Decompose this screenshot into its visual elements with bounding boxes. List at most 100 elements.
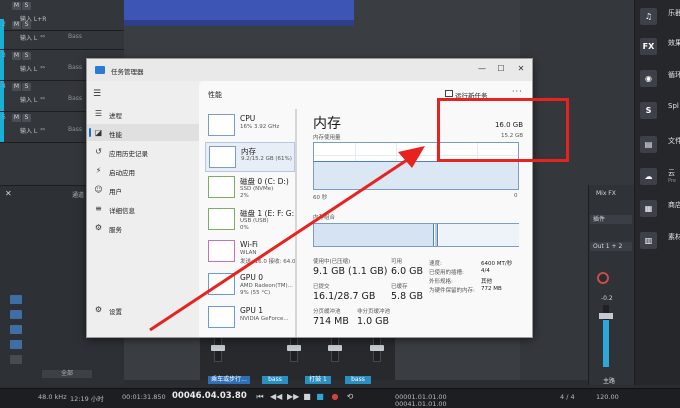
- browser-item-effects[interactable]: FX 效果: [640, 34, 680, 62]
- stat-value: 16.1/28.7 GB: [313, 291, 376, 302]
- title-bar[interactable]: 任务管理器 — ☐ ✕: [87, 59, 532, 81]
- browser-item-pool[interactable]: ▥ 素材: [640, 228, 680, 256]
- standby-segment: [439, 224, 519, 246]
- detail-key: 已使用的插槽:: [429, 270, 464, 276]
- insert-button[interactable]: 插件: [590, 215, 632, 224]
- mixer-tool-button[interactable]: [10, 295, 22, 304]
- nav-item-app-history[interactable]: ↺ 应用历史记录: [87, 143, 199, 160]
- nav-item-services[interactable]: ⚙ 服务: [87, 219, 199, 236]
- stat-available: 可用 6.0 GB: [391, 257, 423, 277]
- stop-icon[interactable]: ■: [302, 392, 312, 402]
- browser-item-store[interactable]: ▦ 商店: [640, 196, 680, 224]
- nav-item-startup[interactable]: ⚡ 启动应用: [87, 162, 199, 179]
- time-signature[interactable]: 4 / 4: [560, 393, 575, 401]
- position-display[interactable]: 00046.04.03.80: [172, 391, 247, 401]
- nav-item-settings[interactable]: ⚙ 设置: [87, 301, 199, 318]
- solo-button[interactable]: S: [22, 2, 31, 10]
- fader-knob[interactable]: [287, 345, 301, 351]
- browser-item-instruments[interactable]: ♫ 乐器: [640, 4, 680, 32]
- mute-button[interactable]: M: [12, 52, 21, 60]
- mix-fx-label[interactable]: Mix FX: [596, 190, 616, 197]
- track-input-label: 输入 L: [20, 97, 38, 104]
- processes-icon: ☰: [94, 109, 103, 118]
- resource-item-cpu[interactable]: CPU 16% 3.92 GHz: [205, 111, 295, 141]
- track-preset-label[interactable]: Bass: [68, 33, 82, 40]
- gain-value: -0.2: [601, 295, 613, 302]
- nav-item-processes[interactable]: ☰ 进程: [87, 105, 199, 122]
- resource-item-gpu1[interactable]: GPU 1 NVIDIA GeForce...: [205, 303, 295, 333]
- mute-button[interactable]: M: [12, 2, 21, 10]
- track-row[interactable]: 2 M S 输入 L ⇔ Bass: [0, 19, 124, 50]
- nav-item-performance[interactable]: ◪ 性能: [87, 124, 199, 141]
- channel-name[interactable]: bass: [345, 376, 371, 384]
- detail-value: 其他: [481, 279, 493, 285]
- mixer-filter-label[interactable]: 全部: [42, 370, 92, 378]
- track-number: 4: [2, 83, 6, 90]
- browser-item-title: 文件: [668, 137, 680, 145]
- main-fader-knob[interactable]: [599, 313, 613, 319]
- track-preset-label[interactable]: Bass: [68, 95, 82, 102]
- mixer-tool-button[interactable]: [10, 355, 22, 364]
- resource-item-gpu0[interactable]: GPU 0 AMD Radeon(TM)... 9% (55 °C): [205, 270, 295, 300]
- bar-end-display[interactable]: 00041.01.01.00: [395, 400, 447, 408]
- detail-value: 6400 MT/秒: [481, 261, 513, 267]
- close-icon[interactable]: ✕: [5, 189, 12, 198]
- browser-item-files[interactable]: ▤ 文件: [640, 132, 680, 160]
- output-select[interactable]: Out 1 + 2: [590, 242, 632, 251]
- loop-icon[interactable]: ⟲: [345, 392, 355, 402]
- solo-button[interactable]: S: [22, 21, 31, 29]
- tempo-display[interactable]: 120.00: [596, 393, 619, 401]
- browser-item-cloud[interactable]: ☁ 云 Pre: [640, 164, 680, 192]
- channel-name[interactable]: 打鼓 1: [305, 376, 331, 384]
- solo-button[interactable]: S: [22, 114, 31, 122]
- record-icon[interactable]: ●: [330, 392, 340, 402]
- resource-list-scrollbar[interactable]: [295, 109, 297, 337]
- memory-usage-fill: [314, 160, 518, 189]
- resource-item-memory[interactable]: 内存 9.2/15.2 GB (61%): [205, 142, 295, 172]
- disk-graph-thumbnail: [208, 176, 235, 198]
- fader-knob[interactable]: [328, 345, 342, 351]
- track-preset-label[interactable]: Bass: [68, 64, 82, 71]
- mute-button[interactable]: M: [12, 114, 21, 122]
- fader-knob[interactable]: [370, 345, 384, 351]
- resource-item-wifi[interactable]: Wi-Fi WLAN 发送: 16.0 接收: 64.0: [205, 237, 295, 267]
- minimize-icon[interactable]: —: [473, 61, 491, 77]
- resource-item-disk0[interactable]: 磁盘 0 (C: D:) SSD (NVMe) 2%: [205, 173, 295, 203]
- mixer-tool-button[interactable]: [10, 310, 22, 319]
- main-channel-label[interactable]: 主路: [603, 376, 615, 385]
- stat-value: 6.0 GB: [391, 266, 424, 277]
- solo-button[interactable]: S: [22, 52, 31, 60]
- solo-button[interactable]: S: [22, 83, 31, 91]
- browser-item-title: 商店: [668, 201, 680, 209]
- close-icon[interactable]: ✕: [512, 61, 530, 77]
- hamburger-menu-icon[interactable]: ☰: [93, 89, 101, 99]
- play-icon[interactable]: ■: [315, 392, 325, 402]
- more-options-icon[interactable]: ···: [512, 87, 523, 96]
- mute-button[interactable]: M: [12, 83, 21, 91]
- mute-button[interactable]: M: [12, 21, 21, 29]
- cpu-graph-thumbnail: [208, 114, 235, 136]
- browser-item-loops[interactable]: ◉ 循环: [640, 66, 680, 94]
- mixer-tool-button[interactable]: [10, 340, 22, 349]
- rewind-icon[interactable]: ⏮: [255, 392, 265, 402]
- resource-name: CPU: [240, 114, 256, 123]
- fader-knob[interactable]: [211, 345, 225, 351]
- browser-item-splice[interactable]: S Spl: [640, 98, 680, 126]
- pan-knob[interactable]: [597, 272, 609, 284]
- stat-label: 非分页缓冲池: [357, 309, 391, 315]
- channel-name[interactable]: bass: [262, 376, 288, 384]
- detail-key: 速度:: [429, 261, 442, 267]
- time-display[interactable]: 00:01:31.850: [122, 393, 166, 401]
- mixer-tool-button[interactable]: [10, 325, 22, 334]
- track-preset-label[interactable]: Bass: [68, 126, 82, 133]
- audio-waveform[interactable]: [124, 0, 354, 20]
- forward-icon[interactable]: ▶▶: [287, 392, 299, 402]
- back-icon[interactable]: ◀◀: [270, 392, 282, 402]
- resource-item-disk1[interactable]: 磁盘 1 (E: F: G:) USB (USB) 0%: [205, 205, 295, 235]
- nav-item-details[interactable]: ≡ 详细信息: [87, 200, 199, 217]
- nav-item-users[interactable]: ☺ 用户: [87, 181, 199, 198]
- channel-name[interactable]: 乘车或步行...: [208, 376, 250, 384]
- run-task-icon[interactable]: [445, 90, 453, 97]
- route-icon: ⇔: [40, 64, 46, 71]
- maximize-icon[interactable]: ☐: [492, 61, 510, 77]
